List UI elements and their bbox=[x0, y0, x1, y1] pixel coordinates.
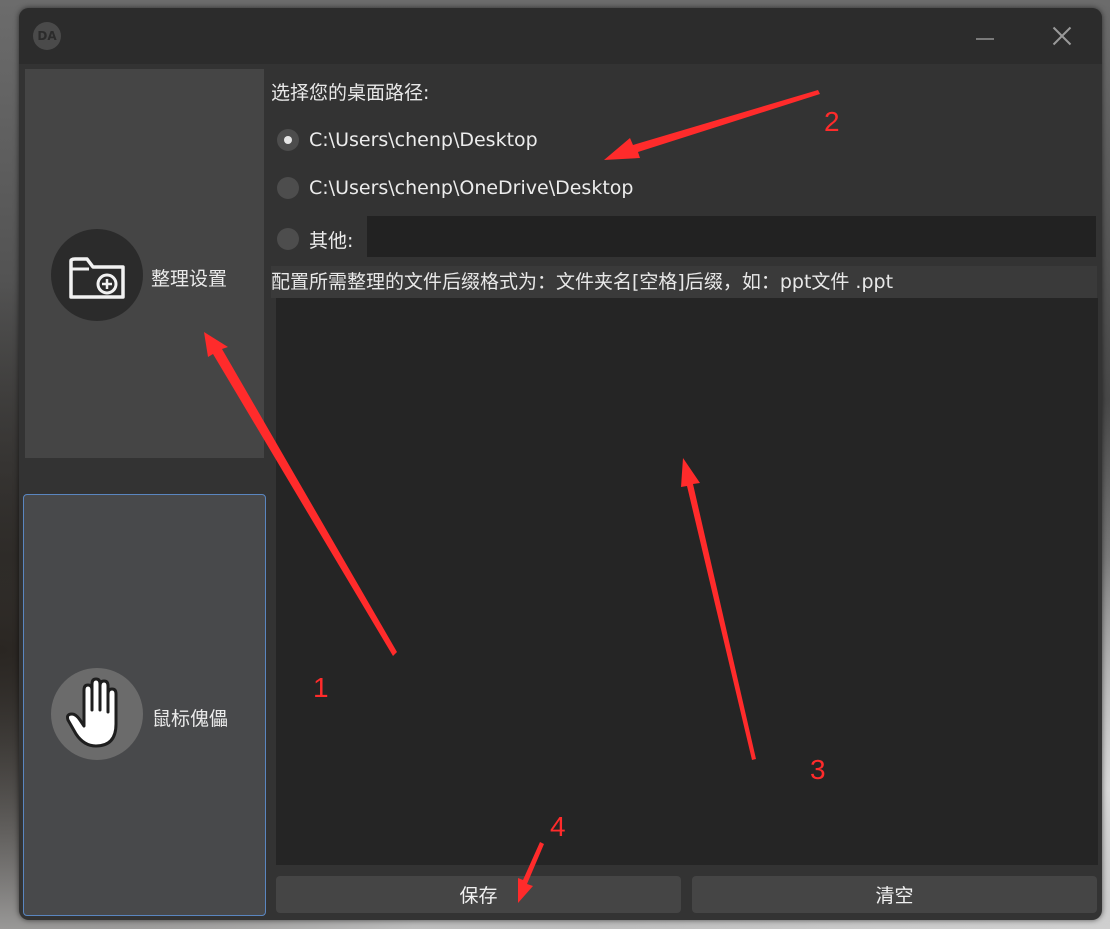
hand-icon bbox=[51, 668, 143, 760]
sidebar-item-label: 鼠标傀儡 bbox=[152, 708, 229, 730]
clear-button[interactable]: 清空 bbox=[692, 876, 1097, 913]
radio-desktop-path[interactable]: C:\Users\chenp\Desktop bbox=[277, 125, 538, 155]
suffix-config-hint: 配置所需整理的文件后缀格式为：文件夹名[空格]后缀，如：ppt文件 .ppt bbox=[271, 266, 1097, 298]
annotation-label-3: 3 bbox=[810, 754, 826, 785]
radio-label: C:\Users\chenp\OneDrive\Desktop bbox=[309, 177, 634, 199]
annotation-label-4: 4 bbox=[550, 811, 566, 842]
radio-button[interactable] bbox=[277, 228, 299, 250]
folder-add-icon bbox=[51, 229, 143, 321]
sidebar-item-mouse-puppet[interactable]: 鼠标傀儡 bbox=[23, 494, 266, 916]
suffix-config-textarea[interactable] bbox=[276, 298, 1098, 865]
minimize-icon[interactable] bbox=[962, 14, 1010, 58]
annotation-label-2: 2 bbox=[824, 106, 840, 137]
radio-label: C:\Users\chenp\Desktop bbox=[309, 129, 538, 151]
sidebar-item-organize-settings[interactable]: 整理设置 bbox=[25, 69, 264, 458]
sidebar-item-label: 整理设置 bbox=[151, 268, 228, 290]
annotation-label-1: 1 bbox=[313, 672, 329, 703]
save-button[interactable]: 保存 bbox=[276, 876, 681, 913]
radio-button[interactable] bbox=[277, 177, 299, 199]
radio-onedrive-desktop-path[interactable]: C:\Users\chenp\OneDrive\Desktop bbox=[277, 173, 633, 203]
title-bar[interactable]: DA bbox=[19, 8, 1102, 64]
radio-label: 其他: bbox=[309, 229, 354, 252]
app-window: DA 整理设置 鼠标傀儡 选择您的桌面路径: C:\Users\chenp\De… bbox=[19, 8, 1102, 920]
radio-other-path[interactable]: 其他: bbox=[277, 224, 353, 254]
app-logo-icon: DA bbox=[33, 22, 61, 50]
other-path-input[interactable] bbox=[367, 216, 1096, 257]
desktop-path-prompt: 选择您的桌面路径: bbox=[271, 82, 430, 104]
close-icon[interactable] bbox=[1038, 14, 1086, 58]
radio-button[interactable] bbox=[277, 129, 299, 151]
